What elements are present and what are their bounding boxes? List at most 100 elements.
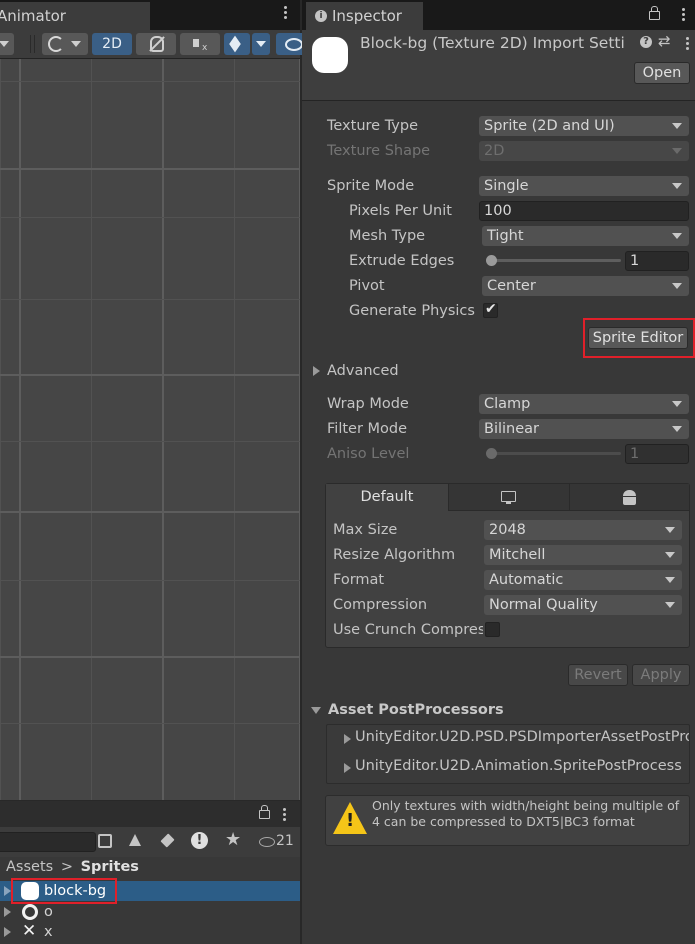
resize-algorithm-label: Resize Algorithm	[333, 547, 456, 563]
filter-by-type-icon[interactable]	[129, 834, 141, 846]
generate-physics-label: Generate Physics	[349, 303, 475, 319]
advanced-label[interactable]: Advanced	[327, 361, 399, 381]
texture-type-dropdown[interactable]: Sprite (2D and UI)	[479, 116, 689, 136]
project-search-input[interactable]	[0, 832, 96, 852]
filter-mode-label: Filter Mode	[327, 421, 408, 437]
chevron-down-icon	[672, 426, 682, 432]
extrude-edges-field[interactable]: 1	[625, 251, 689, 271]
scene-toolbar: 2D x	[0, 30, 306, 59]
lighting-toggle[interactable]	[136, 33, 176, 55]
breadcrumb: Assets > Sprites	[6, 858, 139, 876]
pivot-dropdown[interactable]: Center	[482, 276, 689, 296]
compression-dropdown[interactable]: Normal Quality	[484, 595, 682, 615]
help-icon[interactable]: ?	[640, 36, 652, 48]
asset-row-o[interactable]: o	[0, 902, 300, 922]
effects-toggle[interactable]	[224, 33, 250, 55]
search-by-type-icon[interactable]	[98, 834, 112, 848]
chevron-down-icon	[672, 123, 682, 129]
chevron-down-icon	[672, 283, 682, 289]
pivot-label: Pivot	[349, 278, 385, 294]
postprocessors-foldout-icon[interactable]	[311, 707, 321, 714]
foldout-arrow-icon[interactable]	[4, 927, 11, 937]
texture-type-label: Texture Type	[327, 118, 418, 134]
draw-mode-dropdown[interactable]	[42, 33, 88, 55]
resize-algorithm-value: Mitchell	[489, 547, 546, 563]
warning-text-line2: 4 can be compressed to DXT5|BC3 format	[372, 814, 635, 829]
2d-mode-toggle[interactable]: 2D	[92, 33, 132, 55]
advanced-foldout-icon[interactable]	[313, 366, 320, 376]
revert-button-label: Revert	[574, 667, 622, 683]
effects-dropdown[interactable]	[252, 33, 270, 55]
resize-algorithm-dropdown[interactable]: Mitchell	[484, 545, 682, 565]
toolbar-dropdown-left[interactable]	[0, 33, 14, 55]
toolbar-separator	[34, 35, 35, 53]
postprocessor-name: UnityEditor.U2D.PSD.PSDImporterAssetPost…	[355, 729, 690, 745]
lock-icon[interactable]	[649, 11, 660, 20]
breadcrumb-root[interactable]: Assets	[6, 859, 53, 875]
hidden-packages-icon[interactable]	[259, 837, 275, 847]
postprocessor-item[interactable]: UnityEditor.U2D.Animation.SpritePostProc…	[327, 756, 689, 780]
tab-animator[interactable]: Animator	[0, 2, 150, 30]
max-size-value: 2048	[489, 522, 526, 538]
texture-shape-label: Texture Shape	[327, 143, 431, 159]
favorites-star-icon[interactable]: ★	[225, 830, 241, 850]
use-crunch-checkbox[interactable]	[485, 622, 500, 637]
postprocessor-item[interactable]: UnityEditor.U2D.PSD.PSDImporterAssetPost…	[327, 727, 689, 751]
android-icon	[623, 490, 636, 496]
extrude-edges-slider-thumb[interactable]	[486, 255, 497, 266]
audio-mute-icon	[193, 39, 199, 47]
postprocessors-label[interactable]: Asset PostProcessors	[328, 700, 504, 720]
pixels-per-unit-field[interactable]: 100	[479, 201, 689, 221]
generate-physics-checkbox[interactable]: ✔	[483, 301, 498, 318]
foldout-arrow-icon[interactable]	[4, 907, 11, 917]
wrap-mode-dropdown[interactable]: Clamp	[479, 394, 689, 414]
apply-button[interactable]: Apply	[632, 664, 690, 686]
format-dropdown[interactable]: Automatic	[484, 570, 682, 590]
eye-hidden-icon	[285, 38, 303, 51]
breadcrumb-current[interactable]: Sprites	[81, 859, 139, 875]
chevron-down-icon	[665, 602, 675, 608]
header-kebab-menu-icon[interactable]	[686, 37, 690, 51]
mesh-type-label: Mesh Type	[349, 228, 426, 244]
asset-name: o	[44, 904, 53, 920]
left-kebab-menu-icon[interactable]	[284, 6, 288, 20]
extrude-edges-slider-track[interactable]	[487, 259, 621, 262]
audio-toggle[interactable]: x	[180, 33, 220, 55]
foldout-arrow-icon[interactable]	[344, 763, 351, 773]
highlight-sprite-editor	[583, 318, 695, 358]
sprite-mode-dropdown[interactable]: Single	[479, 176, 689, 196]
platform-tab-standalone[interactable]	[448, 484, 569, 511]
checkmark-icon: ✔	[485, 301, 497, 317]
max-size-dropdown[interactable]: 2048	[484, 520, 682, 540]
inspector-kebab-menu-icon[interactable]	[682, 8, 686, 22]
chevron-down-icon	[665, 552, 675, 558]
scene-view[interactable]	[0, 59, 300, 800]
revert-button[interactable]: Revert	[568, 664, 628, 686]
platform-tab-default[interactable]: Default	[326, 484, 448, 511]
platform-tab-android[interactable]	[569, 484, 689, 511]
pixels-per-unit-label: Pixels Per Unit	[349, 203, 452, 219]
texture-preview-icon	[312, 37, 348, 73]
wrap-mode-value: Clamp	[484, 396, 531, 412]
foldout-arrow-icon[interactable]	[344, 734, 351, 744]
warning-text-line1: Only textures with width/height being mu…	[372, 798, 680, 813]
filter-by-label-icon[interactable]	[160, 833, 175, 848]
warning-filter-icon[interactable]: !	[191, 832, 208, 849]
foldout-arrow-icon[interactable]	[4, 886, 11, 896]
monitor-icon	[501, 491, 516, 502]
project-kebab-menu-icon[interactable]	[283, 808, 287, 822]
chevron-down-icon	[71, 41, 81, 47]
presets-icon[interactable]: ⇄	[658, 32, 671, 50]
sprite-mode-label: Sprite Mode	[327, 178, 415, 194]
open-button[interactable]: Open	[634, 62, 690, 84]
asset-row-x[interactable]: ✕ x	[0, 921, 300, 942]
project-panel: ! ★ 21 Assets > Sprites block-bg o ✕ x	[0, 801, 300, 944]
lock-icon[interactable]	[259, 810, 270, 819]
warning-box: ! Only textures with width/height being …	[325, 795, 690, 846]
chevron-down-icon	[665, 527, 675, 533]
filter-mode-dropdown[interactable]: Bilinear	[479, 419, 689, 439]
mesh-type-dropdown[interactable]: Tight	[482, 226, 689, 246]
tab-inspector[interactable]: i Inspector	[306, 2, 423, 30]
toolbar-separator	[30, 35, 31, 53]
compression-label: Compression	[333, 597, 428, 613]
